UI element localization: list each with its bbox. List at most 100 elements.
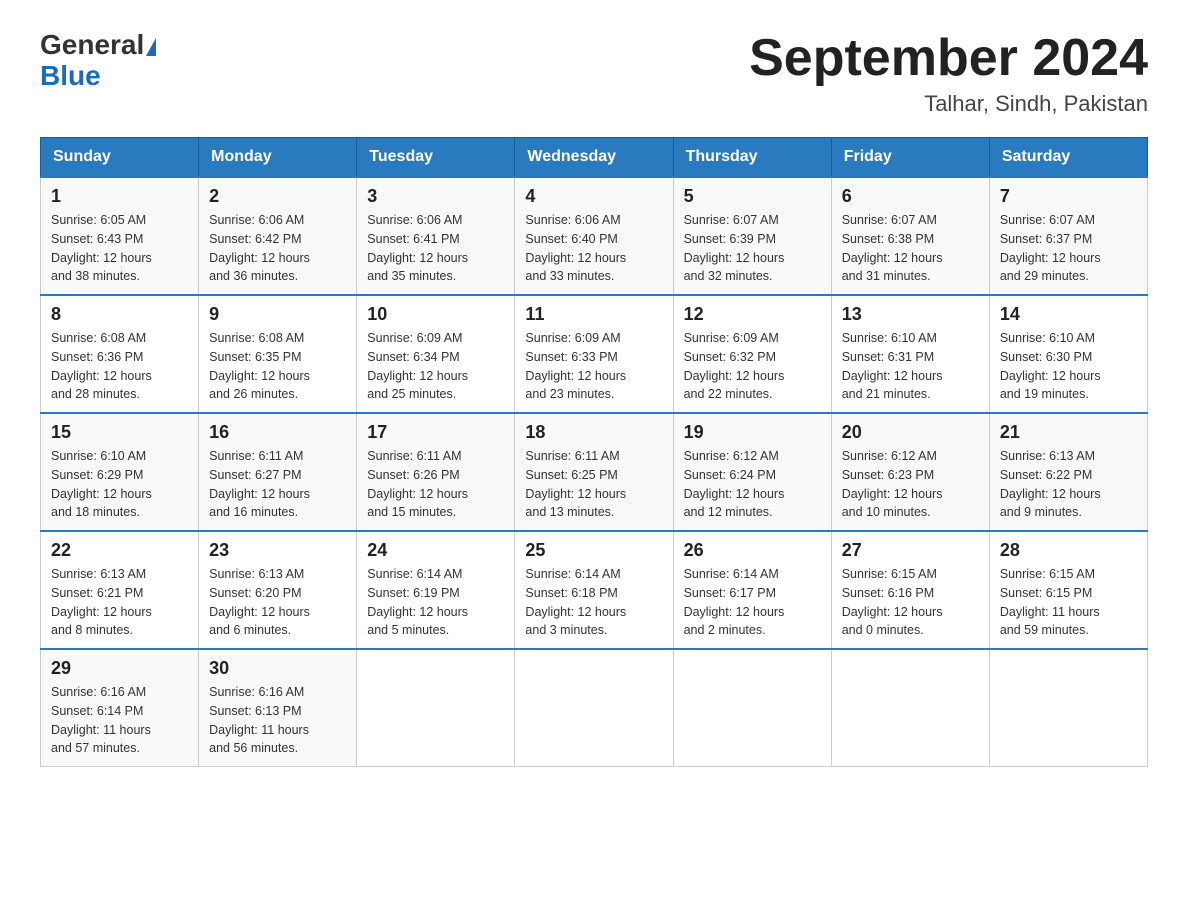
day-number: 27: [842, 540, 979, 561]
week-row-1: 1 Sunrise: 6:05 AMSunset: 6:43 PMDaylight…: [41, 177, 1148, 295]
day-info: Sunrise: 6:14 AMSunset: 6:17 PMDaylight:…: [684, 565, 821, 640]
day-number: 24: [367, 540, 504, 561]
week-row-3: 15 Sunrise: 6:10 AMSunset: 6:29 PMDayligh…: [41, 413, 1148, 531]
day-cell-18: 18Sunrise: 6:11 AMSunset: 6:25 PMDayligh…: [515, 413, 673, 531]
day-cell-27: 27 Sunrise: 6:15 AMSunset: 6:16 PMDayligh…: [831, 531, 989, 649]
day-cell-15: 15 Sunrise: 6:10 AMSunset: 6:29 PMDayligh…: [41, 413, 199, 531]
day-number: 11: [525, 304, 662, 325]
title-area: September 2024 Talhar, Sindh, Pakistan: [749, 30, 1148, 117]
day-info: Sunrise: 6:07 AMSunset: 6:38 PMDaylight:…: [842, 211, 979, 286]
page-header: General Blue September 2024 Talhar, Sind…: [40, 30, 1148, 117]
day-info: Sunrise: 6:16 AMSunset: 6:13 PMDaylight:…: [209, 683, 346, 758]
day-cell-17: 17 Sunrise: 6:11 AMSunset: 6:26 PMDayligh…: [357, 413, 515, 531]
day-info: Sunrise: 6:14 AMSunset: 6:18 PMDaylight:…: [525, 565, 662, 640]
day-info: Sunrise: 6:06 AMSunset: 6:41 PMDaylight:…: [367, 211, 504, 286]
day-info: Sunrise: 6:10 AMSunset: 6:31 PMDaylight:…: [842, 329, 979, 404]
day-info: Sunrise: 6:13 AMSunset: 6:22 PMDaylight:…: [1000, 447, 1137, 522]
day-cell-5: 5 Sunrise: 6:07 AMSunset: 6:39 PMDaylight…: [673, 177, 831, 295]
day-number: 10: [367, 304, 504, 325]
day-cell-19: 19Sunrise: 6:12 AMSunset: 6:24 PMDayligh…: [673, 413, 831, 531]
day-cell-8: 8Sunrise: 6:08 AMSunset: 6:36 PMDaylight…: [41, 295, 199, 413]
day-info: Sunrise: 6:11 AMSunset: 6:25 PMDaylight:…: [525, 447, 662, 522]
col-header-sunday: Sunday: [41, 138, 199, 178]
day-number: 26: [684, 540, 821, 561]
day-cell-26: 26 Sunrise: 6:14 AMSunset: 6:17 PMDayligh…: [673, 531, 831, 649]
day-info: Sunrise: 6:15 AMSunset: 6:15 PMDaylight:…: [1000, 565, 1137, 640]
day-cell-24: 24 Sunrise: 6:14 AMSunset: 6:19 PMDayligh…: [357, 531, 515, 649]
day-info: Sunrise: 6:06 AMSunset: 6:40 PMDaylight:…: [525, 211, 662, 286]
day-info: Sunrise: 6:07 AMSunset: 6:37 PMDaylight:…: [1000, 211, 1137, 286]
day-info: Sunrise: 6:14 AMSunset: 6:19 PMDaylight:…: [367, 565, 504, 640]
month-title: September 2024: [749, 30, 1148, 87]
day-number: 3: [367, 186, 504, 207]
empty-cell: [357, 649, 515, 767]
day-cell-2: 2 Sunrise: 6:06 AMSunset: 6:42 PMDaylight…: [199, 177, 357, 295]
day-number: 4: [525, 186, 662, 207]
day-info: Sunrise: 6:15 AMSunset: 6:16 PMDaylight:…: [842, 565, 979, 640]
day-cell-21: 21Sunrise: 6:13 AMSunset: 6:22 PMDayligh…: [989, 413, 1147, 531]
day-number: 19: [684, 422, 821, 443]
day-number: 13: [842, 304, 979, 325]
day-cell-25: 25Sunrise: 6:14 AMSunset: 6:18 PMDayligh…: [515, 531, 673, 649]
day-cell-7: 7 Sunrise: 6:07 AMSunset: 6:37 PMDaylight…: [989, 177, 1147, 295]
day-info: Sunrise: 6:10 AMSunset: 6:29 PMDaylight:…: [51, 447, 188, 522]
empty-cell: [831, 649, 989, 767]
week-row-4: 22 Sunrise: 6:13 AMSunset: 6:21 PMDayligh…: [41, 531, 1148, 649]
day-number: 2: [209, 186, 346, 207]
week-row-5: 29Sunrise: 6:16 AMSunset: 6:14 PMDayligh…: [41, 649, 1148, 767]
day-cell-10: 10 Sunrise: 6:09 AMSunset: 6:34 PMDayligh…: [357, 295, 515, 413]
day-cell-14: 14Sunrise: 6:10 AMSunset: 6:30 PMDayligh…: [989, 295, 1147, 413]
day-info: Sunrise: 6:13 AMSunset: 6:21 PMDaylight:…: [51, 565, 188, 640]
day-info: Sunrise: 6:11 AMSunset: 6:26 PMDaylight:…: [367, 447, 504, 522]
col-header-monday: Monday: [199, 138, 357, 178]
day-info: Sunrise: 6:07 AMSunset: 6:39 PMDaylight:…: [684, 211, 821, 286]
day-number: 12: [684, 304, 821, 325]
day-info: Sunrise: 6:08 AMSunset: 6:35 PMDaylight:…: [209, 329, 346, 404]
week-row-2: 8Sunrise: 6:08 AMSunset: 6:36 PMDaylight…: [41, 295, 1148, 413]
day-cell-20: 20Sunrise: 6:12 AMSunset: 6:23 PMDayligh…: [831, 413, 989, 531]
day-cell-28: 28Sunrise: 6:15 AMSunset: 6:15 PMDayligh…: [989, 531, 1147, 649]
logo-triangle-icon: [146, 38, 156, 56]
day-number: 9: [209, 304, 346, 325]
day-number: 14: [1000, 304, 1137, 325]
day-number: 15: [51, 422, 188, 443]
day-cell-11: 11 Sunrise: 6:09 AMSunset: 6:33 PMDayligh…: [515, 295, 673, 413]
day-info: Sunrise: 6:05 AMSunset: 6:43 PMDaylight:…: [51, 211, 188, 286]
day-info: Sunrise: 6:09 AMSunset: 6:32 PMDaylight:…: [684, 329, 821, 404]
day-cell-30: 30Sunrise: 6:16 AMSunset: 6:13 PMDayligh…: [199, 649, 357, 767]
day-cell-9: 9 Sunrise: 6:08 AMSunset: 6:35 PMDaylight…: [199, 295, 357, 413]
day-cell-6: 6 Sunrise: 6:07 AMSunset: 6:38 PMDaylight…: [831, 177, 989, 295]
logo-blue: Blue: [40, 60, 101, 91]
day-cell-23: 23Sunrise: 6:13 AMSunset: 6:20 PMDayligh…: [199, 531, 357, 649]
empty-cell: [989, 649, 1147, 767]
day-number: 17: [367, 422, 504, 443]
day-number: 16: [209, 422, 346, 443]
empty-cell: [673, 649, 831, 767]
logo-text: General Blue: [40, 30, 156, 92]
col-header-tuesday: Tuesday: [357, 138, 515, 178]
day-cell-3: 3 Sunrise: 6:06 AMSunset: 6:41 PMDaylight…: [357, 177, 515, 295]
day-number: 5: [684, 186, 821, 207]
empty-cell: [515, 649, 673, 767]
day-info: Sunrise: 6:09 AMSunset: 6:33 PMDaylight:…: [525, 329, 662, 404]
day-info: Sunrise: 6:12 AMSunset: 6:23 PMDaylight:…: [842, 447, 979, 522]
day-cell-12: 12 Sunrise: 6:09 AMSunset: 6:32 PMDayligh…: [673, 295, 831, 413]
day-number: 1: [51, 186, 188, 207]
col-header-friday: Friday: [831, 138, 989, 178]
logo: General Blue: [40, 30, 156, 92]
day-cell-22: 22 Sunrise: 6:13 AMSunset: 6:21 PMDayligh…: [41, 531, 199, 649]
day-info: Sunrise: 6:06 AMSunset: 6:42 PMDaylight:…: [209, 211, 346, 286]
day-number: 29: [51, 658, 188, 679]
day-number: 22: [51, 540, 188, 561]
day-cell-16: 16 Sunrise: 6:11 AMSunset: 6:27 PMDayligh…: [199, 413, 357, 531]
logo-general: General: [40, 29, 144, 60]
location: Talhar, Sindh, Pakistan: [749, 91, 1148, 117]
col-header-thursday: Thursday: [673, 138, 831, 178]
day-number: 6: [842, 186, 979, 207]
day-cell-29: 29Sunrise: 6:16 AMSunset: 6:14 PMDayligh…: [41, 649, 199, 767]
day-info: Sunrise: 6:09 AMSunset: 6:34 PMDaylight:…: [367, 329, 504, 404]
col-header-wednesday: Wednesday: [515, 138, 673, 178]
day-number: 7: [1000, 186, 1137, 207]
day-info: Sunrise: 6:11 AMSunset: 6:27 PMDaylight:…: [209, 447, 346, 522]
day-number: 8: [51, 304, 188, 325]
